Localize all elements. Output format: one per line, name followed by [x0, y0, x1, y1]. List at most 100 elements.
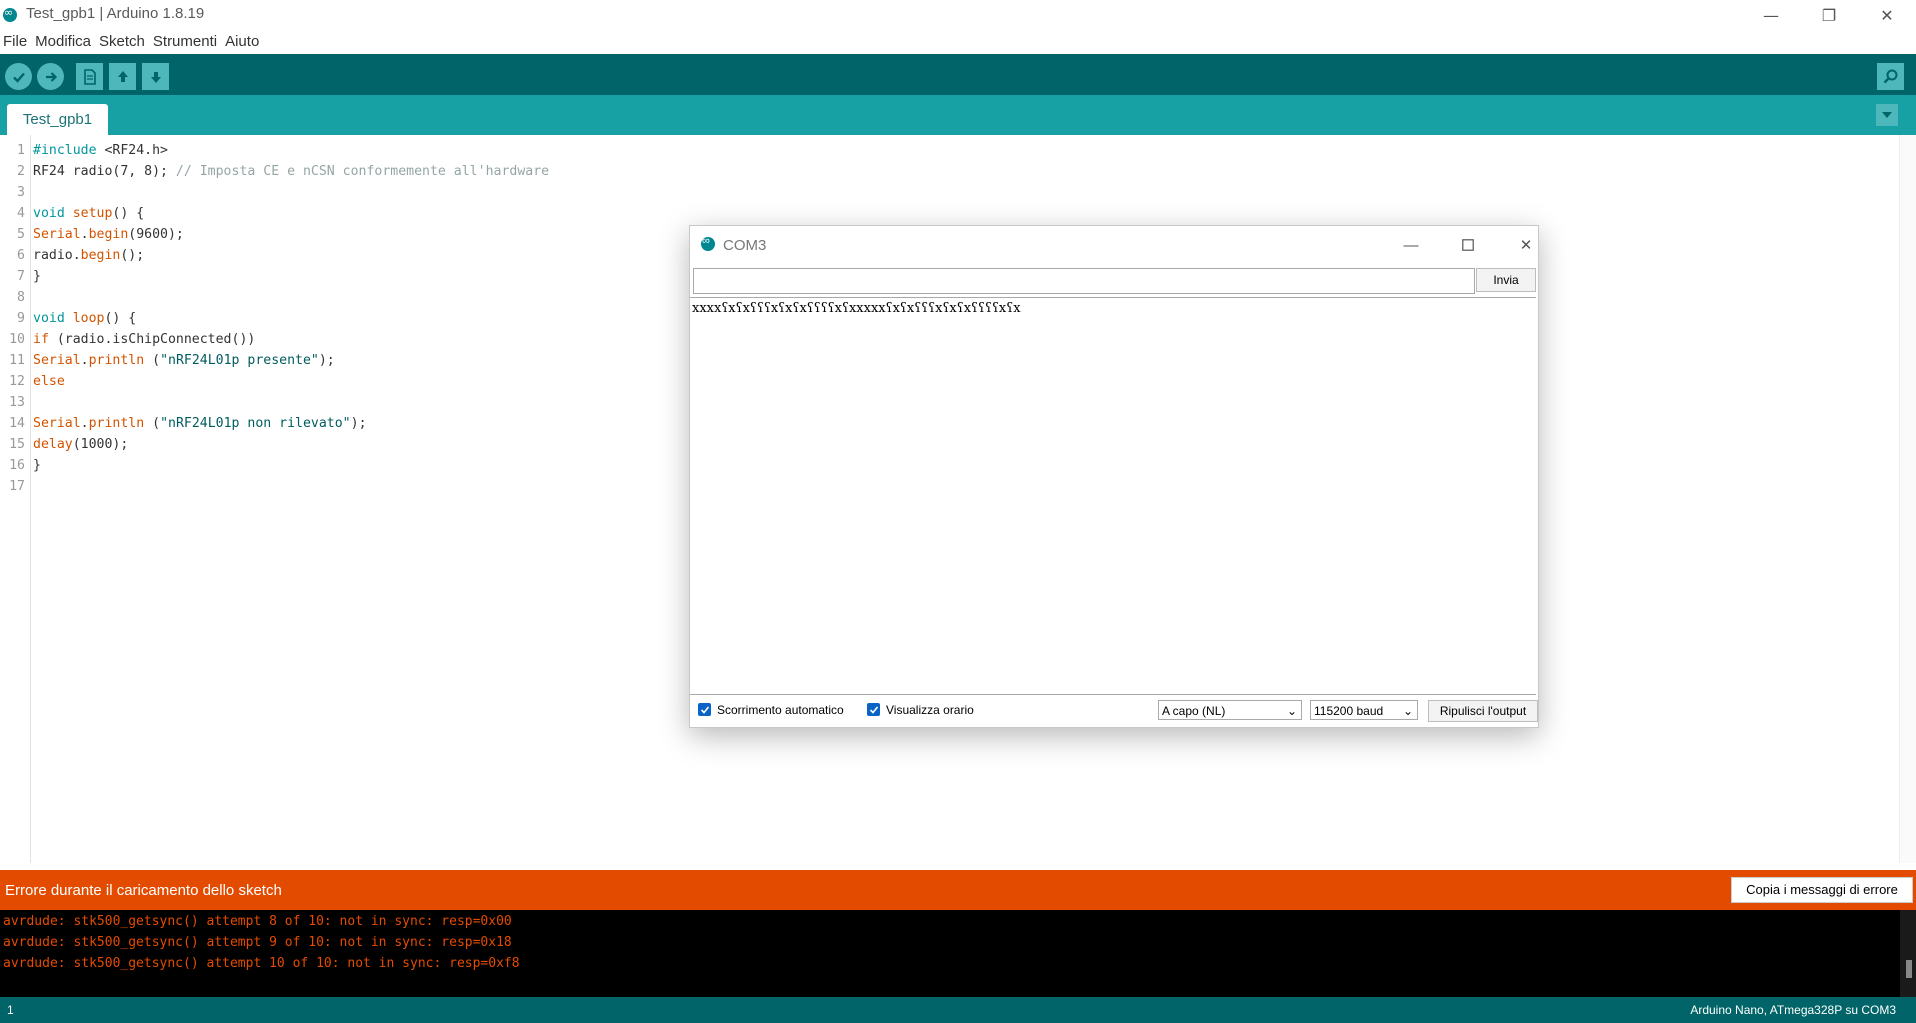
code-line[interactable]: Serial.println ("nRF24L01p presente"); [33, 350, 549, 371]
line-numbers: 1 2 3 4 5 6 7 8 9 10 11 12 13 14 15 16 17 [0, 140, 25, 497]
console-line: avrdude: stk500_getsync() attempt 9 of 1… [3, 935, 512, 950]
code-line[interactable]: radio.begin(); [33, 245, 549, 266]
code-token: void [33, 311, 65, 326]
code-token: begin [80, 248, 121, 263]
code-token: } [33, 458, 41, 473]
serial-input-field[interactable] [693, 268, 1475, 294]
code-token: () { [104, 311, 137, 326]
close-button[interactable]: ✕ [1858, 0, 1916, 30]
chevron-down-icon [1882, 112, 1892, 118]
serial-monitor-button[interactable] [1877, 63, 1904, 90]
clear-output-button[interactable]: Ripulisci l'output [1428, 700, 1538, 722]
magnifier-icon [1883, 69, 1897, 83]
error-message: Errore durante il caricamento dello sket… [5, 882, 282, 899]
send-button[interactable]: Invia [1476, 268, 1536, 292]
serial-minimize-button[interactable]: — [1388, 230, 1434, 260]
line-number: 4 [17, 206, 25, 221]
line-number: 8 [17, 290, 25, 305]
autoscroll-checkbox[interactable] [698, 703, 711, 716]
console-scroll-thumb[interactable] [1906, 960, 1912, 978]
code-token: println [88, 416, 145, 431]
maximize-icon [1462, 239, 1474, 251]
checkmark-icon [869, 705, 878, 714]
code-token: (); [120, 248, 145, 263]
menu-file[interactable]: File [0, 30, 32, 54]
serial-monitor-titlebar[interactable]: COM3 — ✕ [690, 226, 1538, 266]
code-token: Serial [33, 227, 81, 242]
menu-aiuto[interactable]: Aiuto [222, 30, 264, 54]
code-token: Serial [33, 353, 81, 368]
new-sketch-button[interactable] [76, 63, 103, 90]
code-line[interactable]: } [33, 266, 549, 287]
code-text[interactable]: #include <RF24.h> RF24 radio(7, 8); // Im… [33, 140, 549, 497]
line-number: 6 [17, 248, 25, 263]
arduino-logo-icon [701, 235, 715, 251]
code-token: () { [112, 206, 145, 221]
code-token: <RF24.h> [96, 143, 168, 158]
arduino-logo-icon [3, 6, 17, 22]
line-number: 9 [17, 311, 25, 326]
serial-close-button[interactable]: ✕ [1503, 230, 1549, 260]
code-token: (radio.isChipConnected()) [48, 332, 256, 347]
line-number: 13 [9, 395, 25, 410]
code-line[interactable]: Serial.println ("nRF24L01p non rilevato"… [33, 413, 549, 434]
tab-bar: Test_gpb1 [0, 95, 1916, 135]
open-icon [117, 70, 128, 82]
code-line[interactable]: RF24 radio(7, 8); // Imposta CE e nCSN c… [33, 161, 549, 182]
code-token: "nRF24L01p non rilevato" [160, 416, 351, 431]
verify-button[interactable] [5, 63, 32, 90]
code-token: ); [350, 416, 367, 431]
serial-output-area[interactable]: xxxxʕxʕxʕʕʕxʕxʕxʕʕʕʕxʕxxxxxʕxʕxʕʕʕxʕxʕxʕ… [690, 297, 1536, 695]
status-bar: 1 Arduino Nano, ATmega328P su COM3 [0, 997, 1916, 1023]
code-token: ( [144, 353, 161, 368]
code-token: (1000); [72, 437, 129, 452]
serial-maximize-button[interactable] [1445, 230, 1491, 260]
baud-rate-select[interactable]: 115200 baud ⌄ [1310, 700, 1418, 720]
code-line[interactable] [33, 476, 549, 497]
code-token: "nRF24L01p presente" [160, 353, 319, 368]
serial-monitor-window: COM3 — ✕ Invia xxxxʕxʕxʕʕʕxʕxʕxʕʕʕʕxʕxxx… [689, 225, 1539, 728]
close-icon: ✕ [1880, 5, 1894, 25]
code-line[interactable]: void loop() { [33, 308, 549, 329]
tab-menu-button[interactable] [1876, 104, 1898, 126]
line-ending-select[interactable]: A capo (NL) ⌄ [1158, 700, 1302, 720]
code-line[interactable]: else [33, 371, 549, 392]
code-line[interactable]: #include <RF24.h> [33, 140, 549, 161]
line-number: 2 [17, 164, 25, 179]
verify-icon [12, 72, 25, 83]
restore-button[interactable]: ❐ [1800, 0, 1858, 30]
chevron-down-icon: ⌄ [1286, 704, 1297, 718]
menu-sketch[interactable]: Sketch [96, 30, 150, 54]
board-info: Arduino Nano, ATmega328P su COM3 [1690, 1003, 1896, 1017]
menu-strumenti[interactable]: Strumenti [150, 30, 222, 54]
line-number: 17 [9, 479, 25, 494]
editor-scrollbar[interactable] [1899, 135, 1916, 863]
copy-errors-button[interactable]: Copia i messaggi di errore [1731, 877, 1913, 903]
code-line[interactable] [33, 182, 549, 203]
error-bar: Errore durante il caricamento dello sket… [0, 870, 1916, 910]
console-scrollbar[interactable] [1900, 910, 1916, 997]
code-line[interactable]: if (radio.isChipConnected()) [33, 329, 549, 350]
code-line[interactable] [33, 287, 549, 308]
menu-modifica[interactable]: Modifica [32, 30, 96, 54]
title-bar: Test_gpb1 | Arduino 1.8.19 — ❐ ✕ [0, 0, 1916, 30]
code-line[interactable] [33, 392, 549, 413]
code-line[interactable]: Serial.begin(9600); [33, 224, 549, 245]
code-token: void [33, 206, 65, 221]
code-line[interactable]: delay(1000); [33, 434, 549, 455]
upload-button[interactable] [37, 63, 64, 90]
code-token: else [33, 374, 65, 389]
serial-monitor-footer: Scorrimento automatico Visualizza orario… [690, 694, 1538, 726]
minimize-button[interactable]: — [1742, 0, 1800, 30]
minimize-icon: — [1763, 5, 1779, 25]
timestamp-checkbox[interactable] [867, 703, 880, 716]
code-line[interactable]: } [33, 455, 549, 476]
save-sketch-button[interactable] [142, 63, 169, 90]
tab-test-gpb1[interactable]: Test_gpb1 [7, 104, 108, 135]
code-line[interactable]: void setup() { [33, 203, 549, 224]
checkmark-icon [700, 705, 709, 714]
open-sketch-button[interactable] [109, 63, 136, 90]
code-token: . [80, 353, 89, 368]
line-indicator: 1 [7, 1003, 14, 1017]
